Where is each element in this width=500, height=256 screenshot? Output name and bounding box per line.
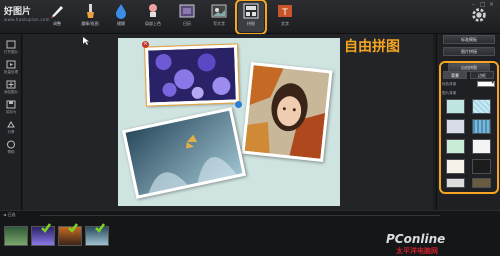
- checkmark-icon: [41, 223, 51, 233]
- close-icon[interactable]: ×: [142, 41, 149, 48]
- pencil-icon: [51, 6, 63, 18]
- workspace: ×: [23, 34, 433, 210]
- image-bg-label: 图片背景: [442, 91, 457, 95]
- share-icon: [7, 121, 15, 128]
- watermark-logo: PConline: [386, 232, 446, 246]
- batch-icon: [6, 60, 16, 69]
- sidebar-item-add[interactable]: 添加图片: [3, 80, 19, 99]
- bg-swatch[interactable]: [472, 99, 491, 114]
- close-icon[interactable]: ×: [489, 2, 495, 8]
- sidebar-item-save[interactable]: 另存为: [3, 100, 19, 119]
- collage-photo-portrait[interactable]: [241, 61, 333, 163]
- background-tabs: 背景 边框: [443, 71, 495, 79]
- chevron-down-icon: ▾: [491, 80, 494, 86]
- droplet-icon: [116, 4, 126, 19]
- tool-local-color[interactable]: 局部上色: [140, 2, 166, 32]
- tool-blur[interactable]: 模糊: [108, 2, 134, 32]
- sidebar-item-open[interactable]: 打开图片: [3, 40, 19, 59]
- tool-collage[interactable]: 拼图: [235, 0, 267, 35]
- open-file-icon: [6, 40, 16, 49]
- image-stitch-button[interactable]: 图片拼接: [443, 47, 495, 56]
- standard-template-button[interactable]: 标准模板: [443, 35, 495, 44]
- tab-border[interactable]: 边框: [470, 71, 494, 79]
- collage-photo-butterfly[interactable]: [121, 107, 247, 199]
- bg-swatch[interactable]: [446, 159, 465, 174]
- bg-swatch[interactable]: [446, 119, 465, 134]
- bg-swatch[interactable]: [446, 178, 465, 188]
- collage-photo-flowers[interactable]: [143, 43, 241, 107]
- checkmark-icon: [68, 223, 78, 233]
- tool-big-text[interactable]: 写大字: [206, 2, 232, 32]
- save-icon: [6, 100, 16, 109]
- annotation-title: 自由拼图: [344, 39, 400, 55]
- filmstrip-label: ◄ 已选: [3, 212, 16, 217]
- filmstrip-thumb[interactable]: [4, 226, 28, 246]
- add-image-icon: [6, 80, 16, 89]
- app-logo-subtitle: www.haotupian.com: [4, 17, 50, 22]
- bg-swatch[interactable]: [446, 99, 465, 114]
- filmstrip-divider: [40, 215, 440, 216]
- tool-text[interactable]: T 文字: [272, 2, 298, 32]
- tool-calendar[interactable]: 日历: [174, 2, 200, 32]
- solid-bg-label: 纯色背景: [442, 82, 457, 86]
- left-sidebar: 打开图片 批量处理 添加图片 另存为 分享 帮助: [0, 34, 22, 210]
- brush-icon: [87, 4, 94, 18]
- gear-icon[interactable]: [470, 6, 488, 24]
- rotate-icon[interactable]: [235, 101, 242, 108]
- frame-icon: [179, 4, 195, 18]
- checkmark-icon: [95, 223, 105, 233]
- bg-swatch[interactable]: [472, 178, 491, 188]
- color-picker[interactable]: ▾: [477, 80, 495, 87]
- sidebar-item-batch[interactable]: 批量处理: [3, 60, 19, 79]
- stamp-icon: [149, 4, 157, 17]
- photo-flowers-image: [148, 47, 236, 103]
- tool-adjust[interactable]: 调整: [44, 2, 70, 32]
- watermark-subtitle: 太平洋电脑网: [396, 247, 438, 255]
- photo-portrait-image: [244, 65, 330, 159]
- sidebar-item-help[interactable]: 帮助: [3, 140, 19, 159]
- tab-background[interactable]: 背景: [443, 71, 467, 79]
- collage-canvas[interactable]: ×: [118, 38, 340, 206]
- top-toolbar: 好图片 www.haotupian.com 调整 魔棒/抠图 模糊 局部上色 日…: [0, 0, 500, 35]
- svg-text:T: T: [281, 8, 288, 18]
- bg-swatch[interactable]: [472, 159, 491, 174]
- pconline-watermark: PConline 太平洋电脑网: [386, 232, 446, 255]
- help-icon: [7, 140, 15, 149]
- app-logo: 好图片: [4, 7, 32, 17]
- text-icon: T: [278, 5, 292, 18]
- bg-swatch[interactable]: [446, 139, 465, 154]
- bg-swatch[interactable]: [472, 119, 491, 134]
- tool-magic-wand[interactable]: 魔棒/抠图: [77, 2, 103, 32]
- sidebar-item-share[interactable]: 分享: [3, 120, 19, 139]
- bg-swatch[interactable]: [472, 139, 491, 154]
- photo-butterfly-image: [125, 110, 243, 196]
- collage-icon: [243, 3, 259, 19]
- cursor-icon: [83, 37, 89, 45]
- image-icon: [211, 4, 227, 18]
